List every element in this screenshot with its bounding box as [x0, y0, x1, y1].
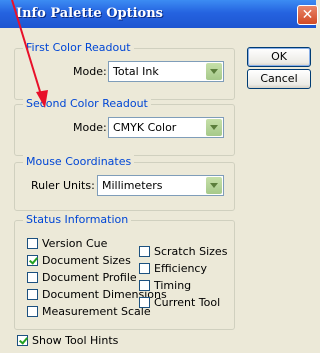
status-checkbox-label: Scratch Sizes [154, 245, 228, 258]
status-checkbox-measurement-scale[interactable]: Measurement Scale [27, 305, 151, 318]
status-checkbox-document-profile[interactable]: Document Profile [27, 271, 137, 284]
show-tool-hints-label: Show Tool Hints [32, 334, 119, 347]
second-color-legend: Second Color Readout [23, 97, 151, 110]
cancel-button[interactable]: Cancel [247, 69, 311, 89]
checkbox-box[interactable] [17, 335, 28, 346]
chevron-down-icon[interactable] [206, 63, 222, 80]
close-button[interactable]: ✕ [297, 5, 318, 25]
second-mode-value: CMYK Color [113, 121, 177, 134]
mouse-coordinates-legend: Mouse Coordinates [23, 155, 135, 168]
status-checkbox-current-tool[interactable]: Current Tool [139, 296, 220, 309]
first-color-legend: First Color Readout [23, 41, 134, 54]
chevron-down-icon[interactable] [206, 119, 222, 136]
status-checkbox-label: Timing [154, 279, 192, 292]
checkbox-box[interactable] [27, 238, 38, 249]
checkbox-box[interactable] [139, 297, 150, 308]
second-mode-select[interactable]: CMYK Color [108, 117, 224, 138]
status-information-legend: Status Information [23, 213, 132, 226]
first-mode-label: Mode: [73, 65, 107, 78]
status-checkbox-label: Document Sizes [42, 254, 131, 267]
status-checkbox-version-cue[interactable]: Version Cue [27, 237, 107, 250]
status-checkbox-scratch-sizes[interactable]: Scratch Sizes [139, 245, 227, 258]
status-checkbox-label: Document Profile [42, 271, 137, 284]
checkbox-box[interactable] [27, 272, 38, 283]
close-icon: ✕ [301, 7, 314, 23]
chevron-down-icon[interactable] [206, 177, 222, 194]
second-mode-label: Mode: [73, 121, 107, 134]
window-title: Info Palette Options [16, 6, 163, 21]
status-checkbox-timing[interactable]: Timing [139, 279, 191, 292]
checkbox-box[interactable] [139, 246, 150, 257]
status-information-group: Status Information Version Cue Document S… [14, 213, 235, 330]
ruler-units-value: Millimeters [102, 179, 163, 192]
status-checkbox-label: Efficiency [154, 262, 207, 275]
title-bar[interactable]: Info Palette Options ✕ [0, 0, 318, 29]
status-checkbox-label: Current Tool [154, 296, 221, 309]
mouse-coordinates-group: Mouse Coordinates Ruler Units: Millimete… [14, 155, 235, 211]
status-checkbox-efficiency[interactable]: Efficiency [139, 262, 207, 275]
status-checkbox-label: Version Cue [42, 237, 108, 250]
checkbox-box[interactable] [139, 280, 150, 291]
checkbox-box[interactable] [139, 263, 150, 274]
first-color-group: First Color Readout Mode: Total Ink [14, 41, 235, 100]
ruler-units-label: Ruler Units: [31, 179, 95, 192]
dialog-body: First Color Readout Mode: Total Ink Seco… [0, 28, 316, 353]
checkbox-box[interactable] [27, 289, 38, 300]
checkbox-box[interactable] [27, 306, 38, 317]
status-checkbox-document-sizes[interactable]: Document Sizes [27, 254, 131, 267]
second-color-group: Second Color Readout Mode: CMYK Color [14, 97, 235, 156]
status-checkbox-label: Measurement Scale [42, 305, 151, 318]
first-mode-select[interactable]: Total Ink [108, 61, 224, 82]
ok-button[interactable]: OK [247, 47, 311, 67]
show-tool-hints-checkbox[interactable]: Show Tool Hints [17, 334, 118, 347]
first-mode-value: Total Ink [113, 65, 159, 78]
ruler-units-select[interactable]: Millimeters [97, 175, 224, 196]
checkbox-box[interactable] [27, 255, 38, 266]
